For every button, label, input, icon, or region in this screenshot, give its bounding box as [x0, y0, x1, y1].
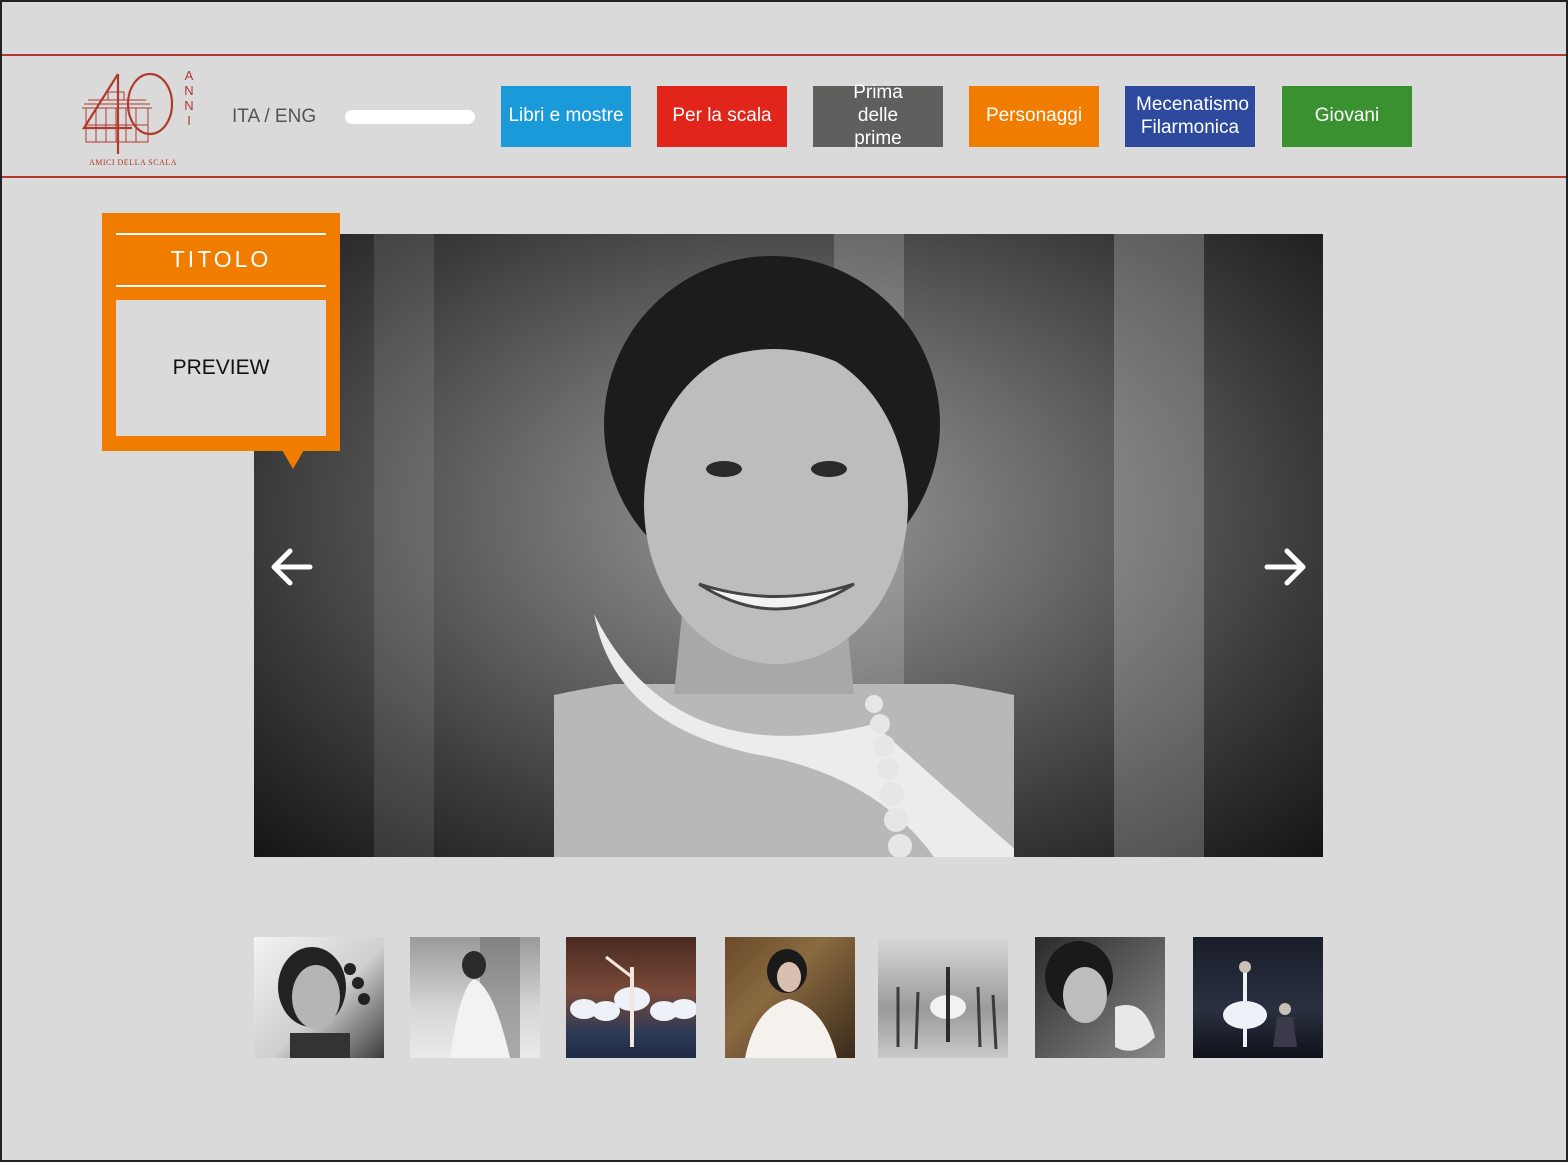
stage-scene-thumbnail-icon: [1223, 961, 1297, 1047]
logo-40-anni-icon: [82, 72, 174, 154]
nav-button-libri-e-mostre[interactable]: Libri e mostre: [501, 86, 631, 147]
svg-text:N: N: [184, 98, 193, 113]
header-top-rule: [2, 54, 1566, 56]
nav-button-label: Personaggi: [985, 105, 1083, 127]
nav-button-per-la-scala[interactable]: Per la scala: [657, 86, 787, 147]
nav-button-prima-delle-prime[interactable]: Prima delle prime: [813, 82, 943, 149]
site-logo[interactable]: A N N I AMICI DELLA SCALA: [78, 70, 196, 170]
callout-preview-label: PREVIEW: [172, 356, 270, 379]
svg-text:N: N: [184, 83, 193, 98]
callout-title: TITOLO: [170, 246, 272, 272]
portrait-thumbnail-icon: [278, 947, 370, 1058]
logo-caption: AMICI DELLA SCALA: [88, 158, 178, 167]
armchair-portrait-thumbnail-icon: [745, 949, 837, 1058]
pointe-shoe-thumbnail-icon: [1045, 941, 1155, 1051]
callout-bottom-rule: [116, 285, 326, 287]
search-input[interactable]: [345, 110, 475, 124]
thumbnail-armchair-portrait[interactable]: [725, 937, 855, 1058]
nav-button-personaggi[interactable]: Personaggi: [969, 86, 1099, 147]
thumbnail-pointe-shoe[interactable]: [1035, 937, 1165, 1058]
portrait-photo: [554, 256, 1014, 857]
arrow-right-icon[interactable]: [1263, 547, 1307, 587]
nav-button-label: Per la scala: [672, 105, 772, 127]
title-callout[interactable]: TITOLO PREVIEW: [102, 213, 340, 451]
nav-button-label: Prima delle prime: [853, 82, 903, 149]
arrow-left-icon[interactable]: [270, 547, 314, 587]
thumbnail-portrait[interactable]: [254, 937, 384, 1058]
thumbnail-stage-scene[interactable]: [1193, 937, 1323, 1058]
nav-button-label: Giovani: [1314, 105, 1380, 127]
logo-anni-text: A N N I: [184, 70, 194, 128]
hero-image: [254, 234, 1323, 857]
nav-button-label: Libri e mostre: [508, 105, 624, 127]
svg-text:A: A: [185, 70, 194, 83]
callout-preview: PREVIEW: [116, 300, 326, 436]
svg-text:I: I: [187, 113, 191, 128]
thumbnail-ballet-stage[interactable]: [566, 937, 696, 1058]
seated-dancer-thumbnail-icon: [450, 937, 520, 1058]
thumbnail-seated-dancer[interactable]: [410, 937, 540, 1058]
callout-top-rule: [116, 233, 326, 235]
nav-button-giovani[interactable]: Giovani: [1282, 86, 1412, 147]
nav-button-mecenatismo-filarmonica[interactable]: Mecenatismo Filarmonica: [1125, 86, 1255, 147]
rehearsal-studio-thumbnail-icon: [896, 967, 998, 1050]
thumbnail-rehearsal-studio[interactable]: [878, 937, 1008, 1058]
header-bottom-rule: [2, 176, 1566, 178]
callout-pointer: [282, 450, 304, 469]
language-switch[interactable]: ITA / ENG: [232, 106, 316, 128]
ballet-stage-thumbnail-icon: [570, 955, 696, 1047]
nav-button-label: Mecenatismo Filarmonica: [1136, 93, 1249, 138]
